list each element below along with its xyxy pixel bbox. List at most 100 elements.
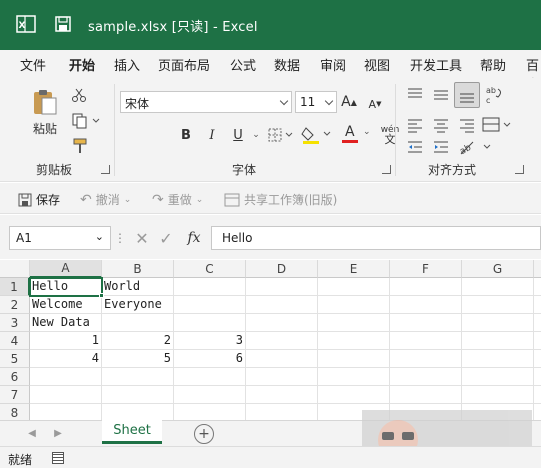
- format-painter-icon[interactable]: [70, 136, 90, 156]
- column-header-f[interactable]: F: [390, 260, 462, 278]
- cell-f6[interactable]: [390, 368, 462, 386]
- align-middle-icon[interactable]: [430, 84, 452, 106]
- copy-icon[interactable]: [70, 112, 102, 130]
- tab-help[interactable]: 帮助: [480, 55, 506, 74]
- cell-d4[interactable]: [246, 332, 318, 350]
- cell-d2[interactable]: [246, 296, 318, 314]
- cell-e4[interactable]: [318, 332, 390, 350]
- align-right-icon[interactable]: [456, 114, 478, 136]
- column-header-c[interactable]: C: [174, 260, 246, 278]
- column-header-b[interactable]: B: [102, 260, 174, 278]
- cell-h6[interactable]: [534, 368, 541, 386]
- tab-data[interactable]: 数据: [274, 55, 300, 74]
- select-all-corner[interactable]: [0, 260, 30, 278]
- cell-h2[interactable]: [534, 296, 541, 314]
- column-header-a[interactable]: A: [30, 260, 102, 278]
- cell-c5[interactable]: 6: [174, 350, 246, 368]
- cell-b4[interactable]: 2: [102, 332, 174, 350]
- cell-g3[interactable]: [462, 314, 534, 332]
- tab-page-layout[interactable]: 页面布局: [158, 55, 210, 74]
- cell-h4[interactable]: [534, 332, 541, 350]
- cell-g4[interactable]: [462, 332, 534, 350]
- more-options-icon[interactable]: ⋮: [114, 231, 126, 245]
- fill-handle[interactable]: [99, 293, 104, 298]
- cell-f1[interactable]: [390, 278, 462, 296]
- row-header-8[interactable]: 8: [0, 404, 30, 420]
- column-header-h[interactable]: [534, 260, 541, 278]
- cell-a5[interactable]: 4: [30, 350, 102, 368]
- align-top-icon[interactable]: [404, 84, 426, 106]
- row-header-2[interactable]: 2: [0, 296, 30, 314]
- paste-label[interactable]: 粘贴: [28, 120, 62, 136]
- row-header-1[interactable]: 1: [0, 278, 30, 296]
- cell-f5[interactable]: [390, 350, 462, 368]
- italic-button[interactable]: I: [204, 126, 220, 144]
- align-center-icon[interactable]: [430, 114, 452, 136]
- cell-a8[interactable]: [30, 404, 102, 420]
- cell-g7[interactable]: [462, 386, 534, 404]
- cell-b3[interactable]: [102, 314, 174, 332]
- enter-icon[interactable]: ✓: [158, 229, 174, 248]
- cell-c4[interactable]: 3: [174, 332, 246, 350]
- cell-d7[interactable]: [246, 386, 318, 404]
- cell-b2[interactable]: Everyone: [102, 296, 174, 314]
- sheet-tab-sheet[interactable]: Sheet: [102, 420, 162, 444]
- alignment-launcher-icon[interactable]: [515, 165, 524, 174]
- spreadsheet-grid[interactable]: A B C D E F G 1 2 3 4 5 6 7 8 World Welco…: [0, 260, 541, 420]
- tab-insert[interactable]: 插入: [114, 55, 140, 74]
- tab-home[interactable]: 开始: [69, 55, 95, 74]
- formula-input[interactable]: Hello: [211, 226, 541, 250]
- row-header-4[interactable]: 4: [0, 332, 30, 350]
- cell-a1[interactable]: Hello: [29, 277, 103, 297]
- cell-e5[interactable]: [318, 350, 390, 368]
- column-header-e[interactable]: E: [318, 260, 390, 278]
- cell-c2[interactable]: [174, 296, 246, 314]
- tab-formulas[interactable]: 公式: [230, 55, 256, 74]
- cell-e2[interactable]: [318, 296, 390, 314]
- cell-b8[interactable]: [102, 404, 174, 420]
- cell-d8[interactable]: [246, 404, 318, 420]
- qat-undo-button[interactable]: ↶ 撤消 ⌄: [80, 191, 131, 208]
- cell-b1[interactable]: World: [102, 278, 174, 296]
- cell-g2[interactable]: [462, 296, 534, 314]
- cell-a3[interactable]: New Data: [30, 314, 102, 332]
- row-header-3[interactable]: 3: [0, 314, 30, 332]
- cell-d6[interactable]: [246, 368, 318, 386]
- row-header-7[interactable]: 7: [0, 386, 30, 404]
- align-bottom-icon[interactable]: [454, 82, 480, 108]
- bold-button[interactable]: B: [178, 126, 194, 144]
- cell-f2[interactable]: [390, 296, 462, 314]
- cell-h5[interactable]: [534, 350, 541, 368]
- font-color-button[interactable]: A ⌄: [340, 124, 374, 146]
- cell-d3[interactable]: [246, 314, 318, 332]
- cell-h3[interactable]: [534, 314, 541, 332]
- cell-e6[interactable]: [318, 368, 390, 386]
- clipboard-launcher-icon[interactable]: [101, 165, 110, 174]
- cell-d5[interactable]: [246, 350, 318, 368]
- cell-h8[interactable]: [534, 404, 541, 420]
- font-launcher-icon[interactable]: [382, 165, 391, 174]
- cell-g1[interactable]: [462, 278, 534, 296]
- cell-c6[interactable]: [174, 368, 246, 386]
- underline-button[interactable]: U: [230, 126, 246, 144]
- cell-c3[interactable]: [174, 314, 246, 332]
- name-box[interactable]: A1 ⌄: [9, 226, 111, 250]
- tab-developer[interactable]: 开发工具: [410, 55, 462, 74]
- cell-f3[interactable]: [390, 314, 462, 332]
- increase-font-size-button[interactable]: A ▲: [340, 92, 358, 112]
- orientation-button[interactable]: ab: [456, 136, 496, 158]
- font-size-select[interactable]: 11: [295, 91, 337, 113]
- cell-a2[interactable]: Welcome: [30, 296, 102, 314]
- cell-e3[interactable]: [318, 314, 390, 332]
- increase-indent-icon[interactable]: [430, 136, 452, 158]
- align-left-icon[interactable]: [404, 114, 426, 136]
- cell-e1[interactable]: [318, 278, 390, 296]
- cell-a4[interactable]: 1: [30, 332, 102, 350]
- qat-redo-button[interactable]: ↷ 重做 ⌄: [152, 191, 203, 208]
- scroll-left-icon[interactable]: ◀: [26, 427, 38, 439]
- accessibility-icon[interactable]: [52, 452, 64, 464]
- column-header-g[interactable]: G: [462, 260, 534, 278]
- tab-review[interactable]: 审阅: [320, 55, 346, 74]
- cell-c7[interactable]: [174, 386, 246, 404]
- tab-view[interactable]: 视图: [364, 55, 390, 74]
